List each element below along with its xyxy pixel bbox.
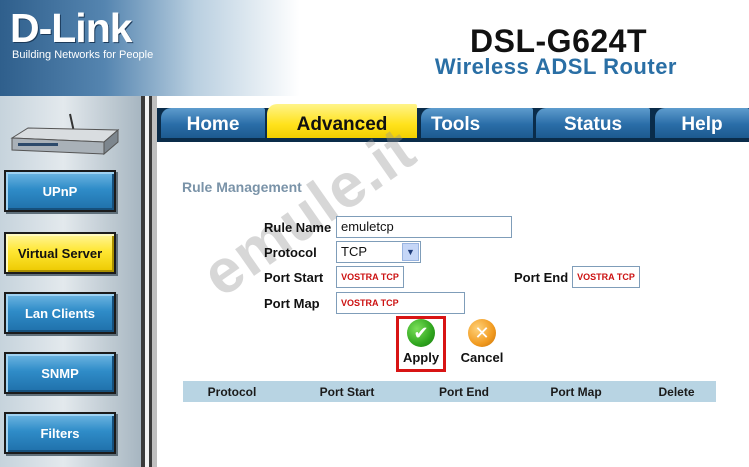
header-banner: D-Link Building Networks for People DSL-… bbox=[0, 0, 749, 96]
apply-label: Apply bbox=[402, 350, 440, 365]
sidebar-divider bbox=[141, 96, 157, 467]
port-end-input[interactable]: VOSTRA TCP bbox=[572, 266, 640, 288]
port-map-label: Port Map bbox=[264, 296, 320, 311]
cancel-label: Cancel bbox=[460, 350, 504, 365]
tab-help[interactable]: Help bbox=[655, 108, 749, 138]
protocol-label: Protocol bbox=[264, 245, 317, 260]
protocol-select-value: TCP bbox=[341, 244, 367, 259]
port-map-input[interactable]: VOSTRA TCP bbox=[336, 292, 465, 314]
port-start-input[interactable]: VOSTRA TCP bbox=[336, 266, 404, 288]
column-header-protocol: Protocol bbox=[207, 384, 257, 399]
nav-snmp-button[interactable]: SNMP bbox=[4, 352, 116, 394]
cancel-button[interactable]: ✕ Cancel bbox=[457, 319, 507, 365]
close-icon: ✕ bbox=[468, 319, 496, 347]
tab-status[interactable]: Status bbox=[536, 108, 650, 138]
chevron-down-icon[interactable]: ▼ bbox=[402, 243, 419, 261]
rule-name-input[interactable]: emuletcp bbox=[336, 216, 512, 238]
rule-name-label: Rule Name bbox=[264, 220, 332, 235]
product-name: Wireless ADSL Router bbox=[434, 54, 677, 79]
port-end-label: Port End bbox=[514, 270, 569, 285]
column-header-delete: Delete bbox=[658, 384, 695, 399]
check-icon: ✔ bbox=[407, 319, 435, 347]
model-name: DSL-G624T bbox=[470, 23, 647, 59]
nav-upnp-button[interactable]: UPnP bbox=[4, 170, 116, 212]
protocol-select[interactable]: TCP ▼ bbox=[336, 241, 421, 263]
rules-table-header: Protocol Port Start Port End Port Map De… bbox=[183, 381, 716, 402]
tab-tools[interactable]: Tools bbox=[421, 108, 533, 138]
column-header-port-start: Port Start bbox=[319, 384, 375, 399]
tab-home[interactable]: Home bbox=[161, 108, 265, 138]
brand-tagline: Building Networks for People bbox=[12, 49, 154, 61]
nav-virtual-server-button[interactable]: Virtual Server bbox=[4, 232, 116, 274]
apply-button[interactable]: ✔ Apply bbox=[398, 319, 444, 365]
nav-lan-clients-button[interactable]: Lan Clients bbox=[4, 292, 116, 334]
column-header-port-end: Port End bbox=[439, 384, 489, 399]
nav-filters-button[interactable]: Filters bbox=[4, 412, 116, 454]
router-icon bbox=[10, 113, 120, 156]
port-start-label: Port Start bbox=[264, 270, 324, 285]
brand-logo: D-Link bbox=[10, 5, 133, 51]
column-header-port-map: Port Map bbox=[550, 384, 602, 399]
